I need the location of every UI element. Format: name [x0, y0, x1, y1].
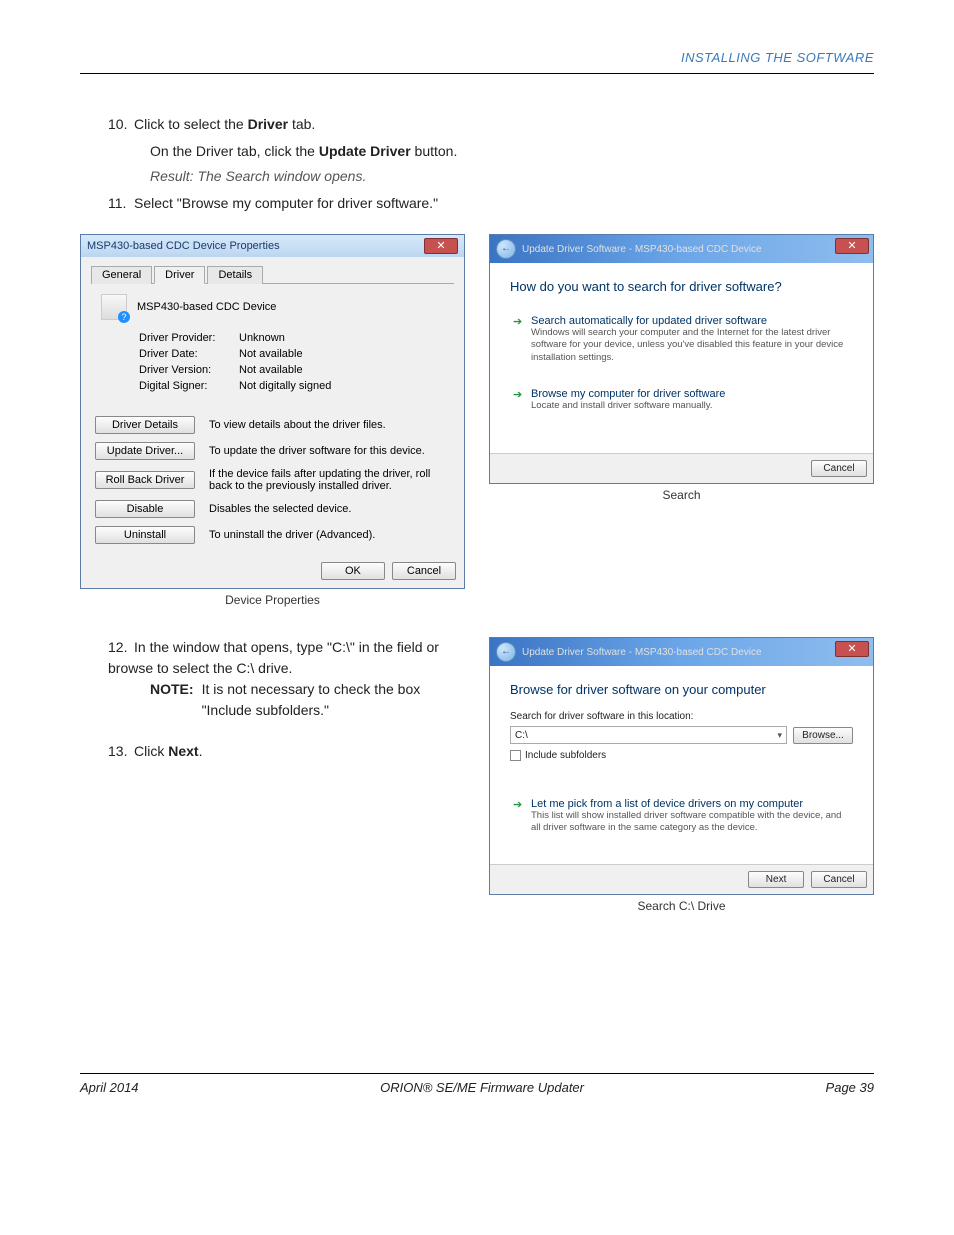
tab-details[interactable]: Details	[207, 266, 263, 284]
back-icon[interactable]: ←	[496, 642, 516, 662]
instruction-list: 10.Click to select the Driver tab. On th…	[80, 114, 874, 214]
cancel-button[interactable]: Cancel	[811, 460, 867, 477]
disable-button[interactable]: Disable	[95, 500, 195, 518]
section-header: INSTALLING THE SOFTWARE	[80, 50, 874, 74]
include-subfolders-checkbox[interactable]: Include subfolders	[510, 750, 853, 761]
chevron-down-icon: ▾	[777, 730, 782, 741]
tab-general[interactable]: General	[91, 266, 152, 284]
driver-details-button[interactable]: Driver Details	[95, 416, 195, 434]
footer-title: ORION® SE/ME Firmware Updater	[380, 1080, 584, 1095]
footer-date: April 2014	[80, 1080, 139, 1095]
cancel-button[interactable]: Cancel	[392, 562, 456, 580]
device-properties-dialog: MSP430-based CDC Device Properties ✕ Gen…	[80, 234, 465, 589]
step-13: 13.Click Next.	[108, 741, 465, 762]
close-icon[interactable]: ✕	[835, 238, 869, 254]
figure-caption: Search C:\ Drive	[489, 899, 874, 913]
browse-wizard-dialog: ← Update Driver Software - MSP430-based …	[489, 637, 874, 895]
close-icon[interactable]: ✕	[835, 641, 869, 657]
dialog-title: Update Driver Software - MSP430-based CD…	[522, 647, 867, 658]
back-icon[interactable]: ←	[496, 239, 516, 259]
next-button[interactable]: Next	[748, 871, 804, 888]
wizard-heading: How do you want to search for driver sof…	[510, 279, 853, 294]
pick-from-list-option[interactable]: Let me pick from a list of device driver…	[510, 791, 853, 842]
search-auto-option[interactable]: Search automatically for updated driver …	[510, 308, 853, 371]
dialog-title: MSP430-based CDC Device Properties	[87, 240, 280, 252]
close-icon[interactable]: ✕	[424, 238, 458, 254]
note-text: It is not necessary to check the box "In…	[202, 679, 465, 721]
browse-option[interactable]: Browse my computer for driver software L…	[510, 381, 853, 419]
path-combo[interactable]: C:\ ▾	[510, 726, 787, 744]
step-12: 12.In the window that opens, type "C:\" …	[108, 637, 465, 721]
wizard-heading: Browse for driver software on your compu…	[510, 682, 853, 697]
note-label: NOTE:	[150, 679, 194, 721]
figure-caption: Device Properties	[80, 593, 465, 607]
rollback-driver-button[interactable]: Roll Back Driver	[95, 471, 195, 489]
location-label: Search for driver software in this locat…	[510, 711, 853, 722]
browse-button[interactable]: Browse...	[793, 727, 853, 744]
step-11: 11.Select "Browse my computer for driver…	[108, 193, 874, 214]
tab-bar: General Driver Details	[91, 265, 454, 284]
cancel-button[interactable]: Cancel	[811, 871, 867, 888]
instruction-list-2: 12.In the window that opens, type "C:\" …	[80, 637, 465, 762]
search-wizard-dialog: ← Update Driver Software - MSP430-based …	[489, 234, 874, 484]
checkbox-icon	[510, 750, 521, 761]
page-footer: April 2014 ORION® SE/ME Firmware Updater…	[80, 1073, 874, 1095]
ok-button[interactable]: OK	[321, 562, 385, 580]
update-driver-button[interactable]: Update Driver...	[95, 442, 195, 460]
figure-caption: Search	[489, 488, 874, 502]
tab-driver[interactable]: Driver	[154, 266, 205, 284]
device-name: MSP430-based CDC Device	[137, 301, 276, 313]
footer-page: Page 39	[826, 1080, 874, 1095]
step-10: 10.Click to select the Driver tab. On th…	[108, 114, 874, 187]
uninstall-button[interactable]: Uninstall	[95, 526, 195, 544]
device-icon	[101, 294, 127, 320]
dialog-title: Update Driver Software - MSP430-based CD…	[522, 244, 867, 255]
